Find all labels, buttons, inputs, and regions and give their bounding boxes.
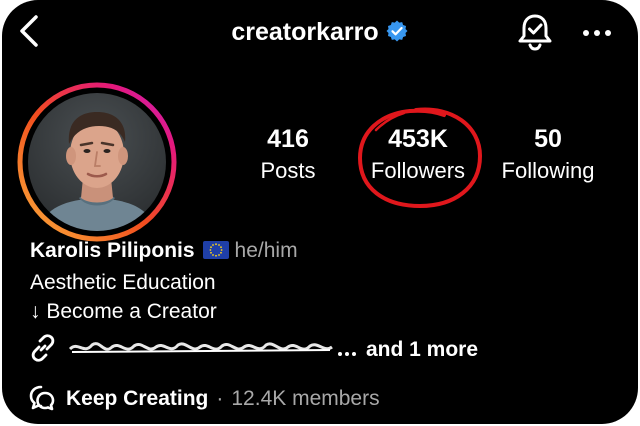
bio-line: Aesthetic Education: [30, 271, 216, 294]
more-options-button[interactable]: [582, 25, 612, 36]
separator-dot: ·: [216, 387, 224, 410]
avatar[interactable]: [17, 82, 177, 242]
followers-stat[interactable]: 453K Followers: [348, 124, 488, 186]
community-name: Keep Creating: [66, 387, 209, 410]
posts-count: 416: [267, 125, 309, 153]
community-row[interactable]: Keep Creating · 12.4K members: [28, 383, 380, 415]
following-label: Following: [501, 158, 595, 183]
followers-count: 453K: [388, 125, 448, 153]
username: creatorkarro: [231, 18, 379, 46]
verified-badge-icon: [386, 20, 408, 42]
following-stat[interactable]: 50 Following: [478, 124, 618, 186]
link-icon: [31, 334, 55, 363]
display-name: Karolis Piliponis: [30, 239, 195, 262]
following-count: 50: [534, 125, 562, 153]
eu-flag-icon: [202, 240, 229, 259]
posts-stat[interactable]: 416 Posts: [218, 124, 358, 186]
redacted-link-scribble: [68, 342, 356, 357]
profile-screen: creatorkarro 416 Posts 453K Followers 50…: [2, 0, 638, 424]
more-links-text[interactable]: and 1 more: [366, 338, 478, 361]
more-horizontal-icon: [583, 30, 611, 36]
links-row[interactable]: and 1 more: [28, 334, 478, 366]
community-members: 12.4K members: [231, 387, 380, 410]
bio-line: ↓ Become a Creator: [30, 300, 217, 323]
posts-label: Posts: [260, 158, 316, 183]
followers-label: Followers: [370, 158, 466, 183]
notifications-button[interactable]: [516, 12, 554, 52]
bell-check-icon: [518, 14, 552, 51]
profile-photo: [17, 82, 177, 242]
chat-bubble-icon: [29, 386, 55, 411]
pronouns: he/him: [234, 239, 298, 262]
name-row: Karolis Piliponis he/him: [30, 236, 298, 266]
